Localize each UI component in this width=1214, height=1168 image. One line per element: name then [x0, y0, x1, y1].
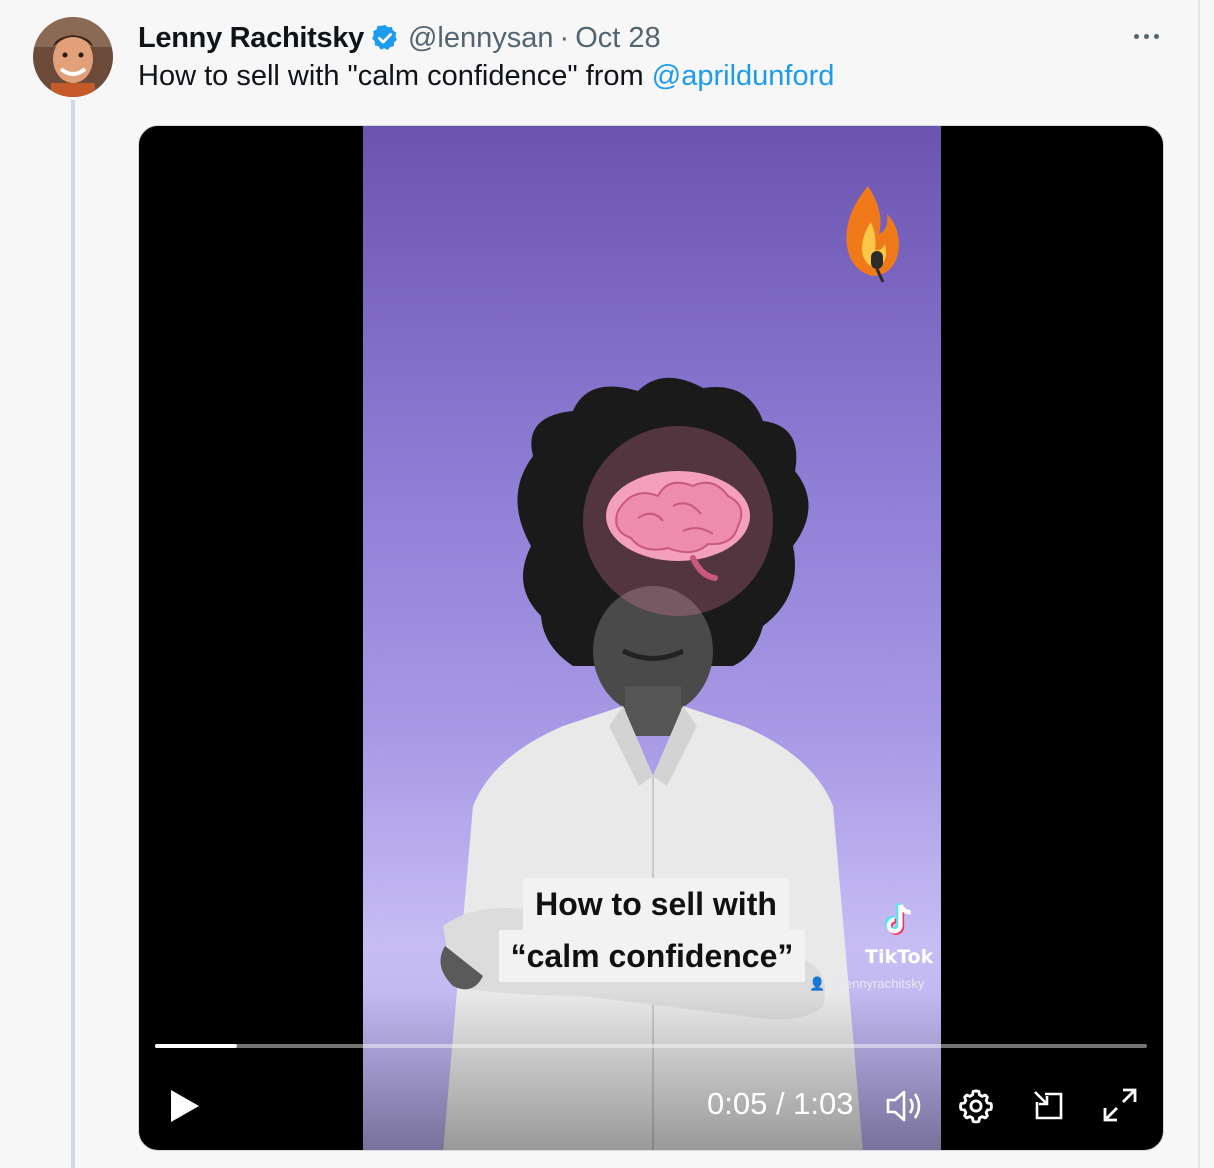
tiktok-handle: 👤 @lennyrachitsky: [809, 976, 924, 992]
flame-mic-logo: [846, 186, 899, 283]
tweet-text-body: How to sell with "calm confidence" from: [138, 60, 652, 92]
caption-line-2: “calm confidence”: [498, 930, 806, 982]
avatar-image: [33, 17, 113, 97]
tweet-date[interactable]: Oct 28: [575, 22, 660, 55]
tiktok-handle-text: @lennyrachitsky: [828, 976, 925, 991]
play-icon[interactable]: [169, 1088, 201, 1124]
gear-icon[interactable]: [957, 1087, 995, 1125]
author-name[interactable]: Lenny Rachitsky: [138, 22, 364, 55]
pop-out-icon[interactable]: [1031, 1088, 1067, 1124]
tweet-card[interactable]: Lenny Rachitsky @lennysan · Oct 28 How t…: [0, 0, 1200, 1168]
progress-fill: [155, 1044, 238, 1048]
video-frame: How to sell with “calm confidence” TikTo…: [363, 126, 941, 1150]
tiktok-watermark: TikTok: [865, 902, 933, 968]
author-handle[interactable]: @lennysan: [408, 22, 554, 55]
user-icon: 👤: [809, 976, 826, 991]
thread-line: [71, 100, 75, 1168]
mention-link[interactable]: @aprildunford: [652, 60, 835, 92]
more-options-icon[interactable]: [1126, 24, 1166, 48]
fullscreen-icon[interactable]: [1101, 1086, 1139, 1124]
video-controls: 0:05 / 1:03: [139, 1066, 1163, 1146]
avatar[interactable]: [33, 17, 113, 97]
verified-badge-icon[interactable]: [370, 23, 400, 53]
volume-icon[interactable]: [885, 1088, 923, 1124]
progress-bar[interactable]: [155, 1044, 1147, 1048]
tweet-text: How to sell with "calm confidence" from …: [138, 60, 834, 93]
time-display: 0:05 / 1:03: [707, 1086, 854, 1121]
separator-dot: ·: [559, 21, 570, 54]
tiktok-icon: [885, 903, 911, 935]
video-caption: How to sell with “calm confidence”: [487, 878, 817, 982]
caption-line-1: How to sell with: [523, 878, 789, 930]
video-player[interactable]: How to sell with “calm confidence” TikTo…: [138, 125, 1164, 1151]
tweet-header: Lenny Rachitsky @lennysan · Oct 28: [138, 18, 661, 58]
tiktok-brand: TikTok: [865, 946, 934, 968]
